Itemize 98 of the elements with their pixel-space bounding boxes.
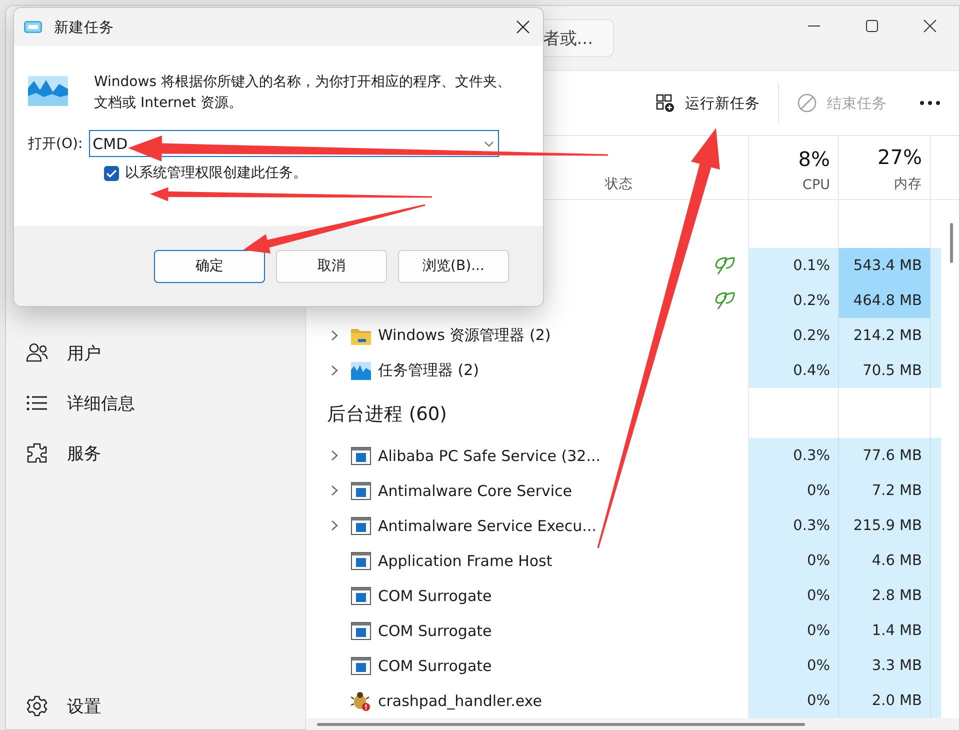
process-row[interactable]: Antimalware Core Service 0% 7.2 MB: [306, 473, 959, 508]
memory-value: 2.0 MB: [872, 692, 922, 708]
cpu-value: 0.1%: [793, 258, 830, 274]
window-icon: [351, 622, 371, 640]
settings-item[interactable]: 设置: [6, 687, 305, 725]
row-highlight: [931, 353, 941, 388]
expand-chevron-icon[interactable]: [331, 450, 338, 461]
cpu-value: 0%: [806, 552, 830, 568]
maximize-icon[interactable]: [865, 19, 879, 33]
process-name: COM Surrogate: [378, 586, 492, 604]
process-row[interactable]: COM Surrogate 0% 2.8 MB: [306, 578, 959, 613]
window-icon: [351, 552, 371, 570]
new-task-icon: [655, 93, 675, 113]
memory-value: 77.6 MB: [862, 448, 922, 464]
window-icon: [351, 446, 371, 464]
process-name: Windows 资源管理器 (2): [378, 326, 551, 345]
open-label: 打开(O):: [28, 134, 83, 152]
admin-checkbox-label: 以系统管理权限创建此任务。: [125, 164, 307, 182]
expand-chevron-icon[interactable]: [331, 485, 338, 496]
task-manager-icon: [28, 76, 68, 106]
process-row[interactable]: Windows 资源管理器 (2) 0.2% 214.2 MB: [306, 318, 959, 353]
expand-chevron-icon[interactable]: [331, 365, 338, 376]
process-name: Application Frame Host: [378, 552, 552, 570]
list-icon: [26, 395, 48, 411]
process-row[interactable]: 任务管理器 (2) 0.4% 70.5 MB: [306, 353, 959, 388]
process-name: Alibaba PC Safe Service (32...: [378, 446, 601, 464]
task-manager-icon: [351, 362, 371, 380]
memory-value: 543.4 MB: [853, 258, 922, 274]
column-header[interactable]: 状态: [605, 175, 740, 193]
cpu-value: 0.2%: [793, 292, 830, 308]
horizontal-scrollbar[interactable]: [317, 722, 805, 726]
cpu-value: 0.3%: [793, 448, 830, 464]
process-name: COM Surrogate: [378, 656, 492, 674]
expand-chevron-icon[interactable]: [331, 520, 338, 531]
run-new-task-button[interactable]: 运行新任务: [645, 87, 770, 119]
prohibited-icon: [797, 93, 817, 113]
admin-checkbox[interactable]: [104, 166, 119, 180]
cpu-value: 0%: [806, 482, 830, 498]
cpu-value: 0%: [806, 692, 830, 708]
cpu-value: 0.2%: [793, 328, 830, 344]
window-icon: [351, 482, 371, 500]
cpu-value: 0%: [806, 658, 830, 674]
close-icon[interactable]: [516, 20, 530, 34]
cpu-total: 8%: [798, 147, 830, 171]
dialog-button[interactable]: 确定: [154, 250, 265, 282]
section-header: 后台进程 (60): [327, 402, 447, 426]
process-name: 任务管理器 (2): [378, 361, 480, 380]
row-highlight: [931, 683, 941, 718]
process-name: crashpad_handler.exe: [378, 692, 542, 710]
close-icon[interactable]: [923, 19, 937, 33]
sidebar-item[interactable]: 用户: [6, 328, 305, 378]
row-highlight: [931, 438, 941, 473]
puzzle-icon: [26, 442, 48, 464]
process-row[interactable]: COM Surrogate 0% 1.4 MB: [306, 613, 959, 648]
memory-value: 7.2 MB: [872, 482, 922, 498]
cpu-value: 0.3%: [793, 518, 830, 534]
folder-icon: [351, 326, 371, 344]
window-icon: [351, 516, 371, 534]
window-icon: [351, 586, 371, 604]
process-name: Antimalware Service Execu...: [378, 516, 596, 534]
memory-value: 2.8 MB: [872, 588, 922, 604]
process-row[interactable]: Alibaba PC Safe Service (32... 0.3% 77.6 MB: [306, 438, 959, 473]
memory-total: 27%: [878, 145, 922, 169]
bug-icon: [351, 690, 371, 710]
memory-value: 70.5 MB: [862, 362, 922, 378]
sidebar-item[interactable]: 详细信息: [6, 378, 305, 428]
expand-chevron-icon[interactable]: [331, 330, 338, 341]
cpu-value: 0%: [806, 622, 830, 638]
more-icon[interactable]: [919, 100, 941, 106]
column-header[interactable]: 内存: [894, 175, 922, 193]
process-row[interactable]: Application Frame Host 0% 4.6 MB: [306, 543, 959, 578]
process-row[interactable]: 0.2% 464.8 MB: [306, 283, 959, 318]
process-name: COM Surrogate: [378, 622, 492, 640]
memory-value: 215.9 MB: [853, 518, 922, 534]
process-name: Antimalware Core Service: [378, 482, 572, 500]
users-icon: [26, 343, 48, 363]
process-row[interactable]: crashpad_handler.exe 0% 2.0 MB: [306, 683, 959, 718]
process-row[interactable]: COM Surrogate 0% 3.3 MB: [306, 648, 959, 683]
process-row[interactable]: Antimalware Service Execu... 0.3% 215.9 MB: [306, 508, 959, 543]
dialog-button[interactable]: 取消: [276, 250, 387, 282]
window-icon: [24, 21, 42, 33]
memory-value: 3.3 MB: [872, 658, 922, 674]
cpu-value: 0.4%: [793, 362, 830, 378]
settings-icon: [26, 695, 48, 717]
memory-value: 214.2 MB: [853, 328, 922, 344]
memory-value: 4.6 MB: [872, 552, 922, 568]
cpu-value: 0%: [806, 588, 830, 604]
sidebar-item[interactable]: 服务: [6, 428, 305, 478]
row-highlight: [931, 248, 941, 283]
memory-value: 464.8 MB: [853, 292, 922, 308]
window-icon: [351, 656, 371, 674]
column-header[interactable]: CPU: [802, 177, 830, 193]
vertical-scrollbar[interactable]: [950, 223, 953, 263]
dialog-description: Windows 将根据你所键入的名称，为你打开相应的程序、文件夹、文档或 Internet 资源。: [94, 73, 512, 113]
dialog-title: 新建任务: [54, 18, 114, 36]
memory-value: 1.4 MB: [872, 622, 922, 638]
dialog-button[interactable]: 浏览(B)...: [398, 250, 509, 282]
dropdown-icon: [484, 140, 494, 146]
